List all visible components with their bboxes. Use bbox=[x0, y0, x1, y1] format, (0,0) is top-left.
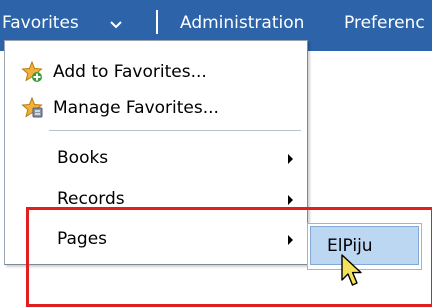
favorites-menu[interactable]: Favorites bbox=[2, 12, 79, 34]
submenu-arrow-icon bbox=[288, 195, 293, 205]
preferences-link[interactable]: Preferenc bbox=[344, 12, 425, 34]
annotation-highlight-box bbox=[26, 207, 432, 307]
chevron-down-icon[interactable] bbox=[110, 21, 122, 29]
administration-link[interactable]: Administration bbox=[180, 12, 304, 34]
menu-divider bbox=[49, 130, 301, 131]
cursor-arrow-icon bbox=[341, 254, 362, 286]
menu-item-label: Manage Favorites... bbox=[53, 98, 219, 118]
menu-item-label: Add to Favorites... bbox=[53, 62, 207, 82]
star-add-icon bbox=[21, 61, 43, 82]
menu-item-label: Books bbox=[57, 148, 109, 168]
nav-separator bbox=[156, 10, 158, 34]
menu-item-books[interactable]: Books bbox=[5, 139, 307, 179]
menu-item-manage-favorites[interactable]: Manage Favorites... bbox=[5, 89, 307, 129]
star-manage-icon bbox=[21, 97, 43, 118]
submenu-arrow-icon bbox=[288, 154, 293, 164]
menu-item-add-to-favorites[interactable]: Add to Favorites... bbox=[5, 53, 307, 93]
